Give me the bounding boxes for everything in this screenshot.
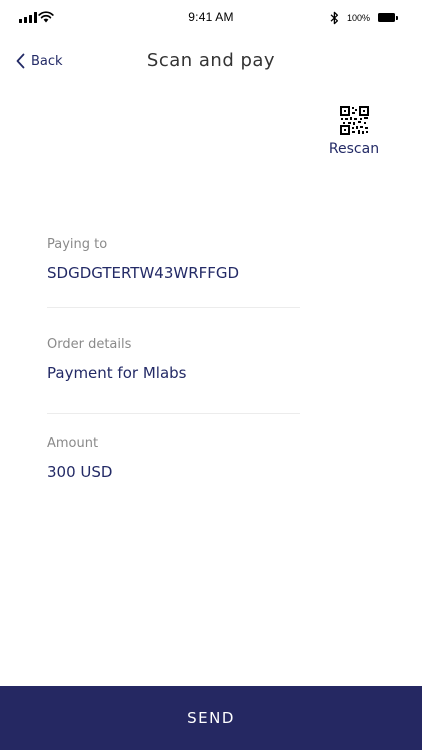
order-details-value: Payment for Mlabs — [47, 364, 187, 382]
rescan-button[interactable]: Rescan — [322, 106, 386, 157]
divider — [47, 307, 300, 308]
battery-percent: 100% — [347, 13, 371, 23]
send-button[interactable]: SEND — [0, 686, 422, 750]
rescan-label: Rescan — [328, 141, 380, 157]
qr-code-icon — [339, 106, 369, 135]
amount-value: 300 USD — [47, 463, 113, 481]
paying-to-value: SDGDGTERTW43WRFFGD — [47, 264, 240, 282]
battery-icon — [378, 13, 398, 22]
divider — [47, 413, 300, 414]
bluetooth-icon — [330, 11, 339, 25]
send-label: SEND — [187, 709, 235, 727]
amount-label: Amount — [47, 436, 99, 451]
status-bar: 9:41 AM 100% — [0, 0, 422, 36]
order-details-field: Order details Payment for Mlabs — [47, 337, 300, 382]
paying-to-field: Paying to SDGDGTERTW43WRFFGD — [47, 237, 300, 282]
page-title: Scan and pay — [146, 50, 276, 71]
paying-to-label: Paying to — [47, 237, 108, 252]
order-details-label: Order details — [47, 337, 132, 352]
amount-field: Amount 300 USD — [47, 436, 300, 481]
